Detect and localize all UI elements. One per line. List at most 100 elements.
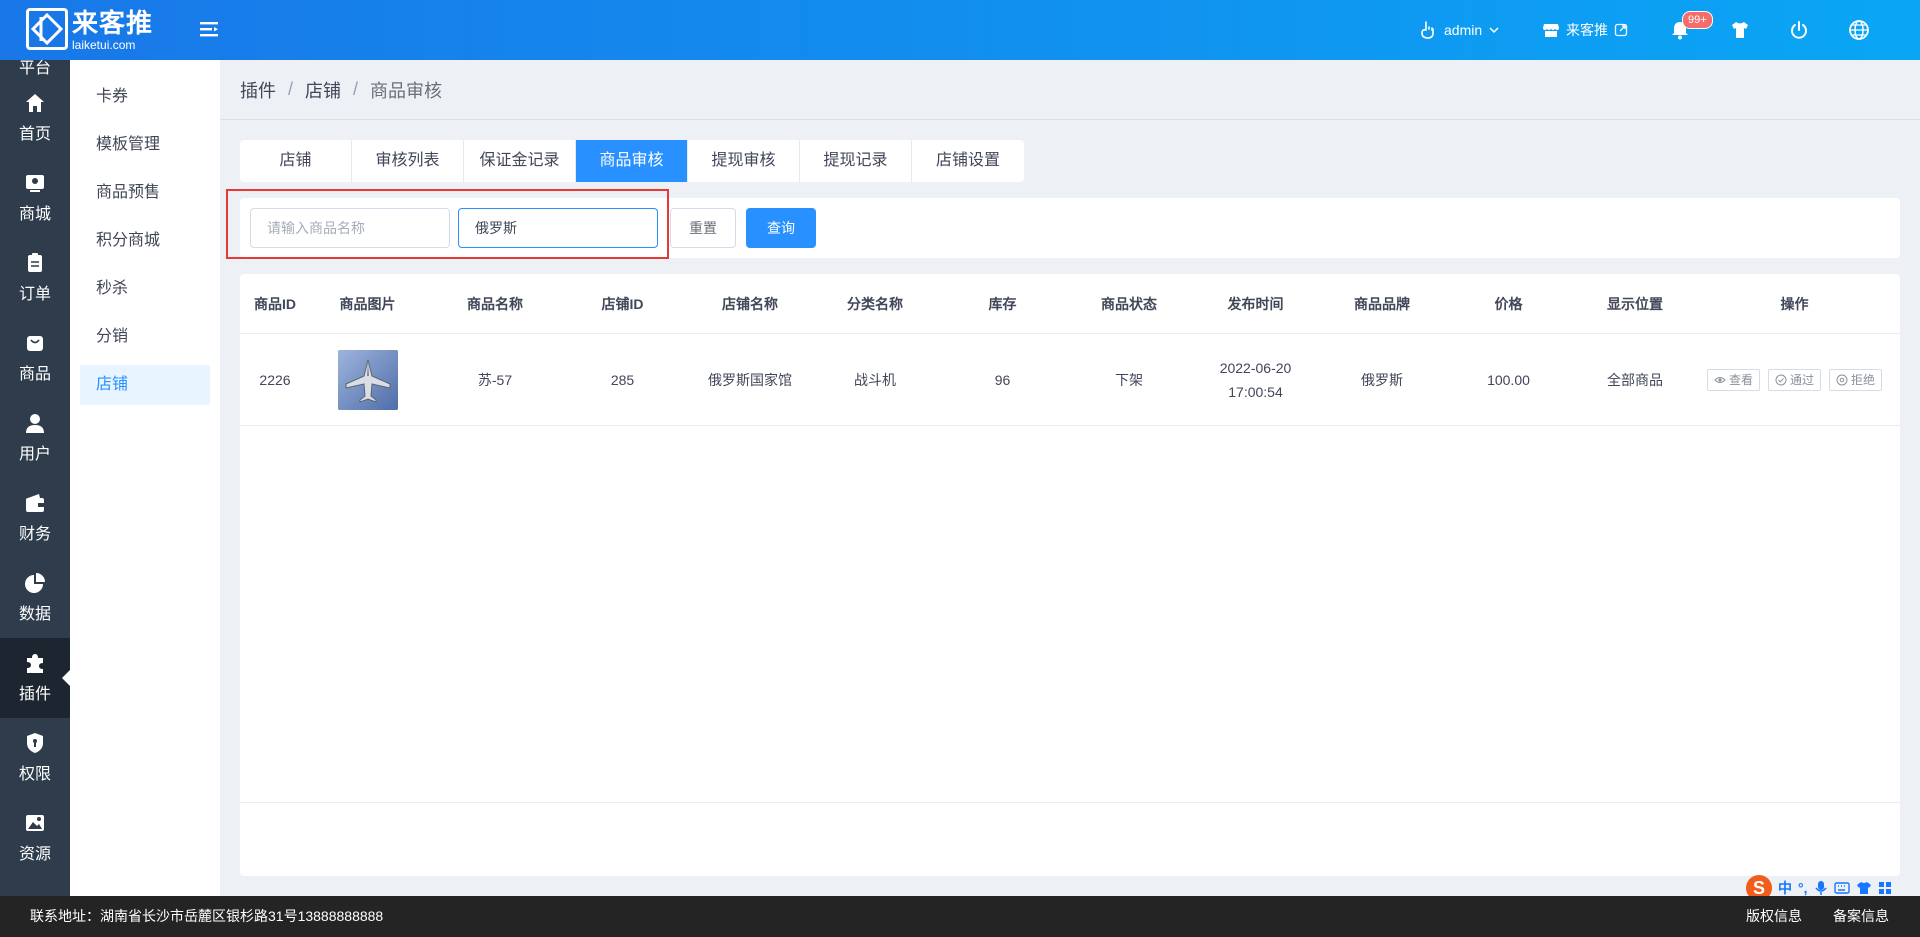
submenu-item-store[interactable]: 店铺: [80, 365, 210, 405]
keyboard-icon[interactable]: [1833, 881, 1850, 895]
cell-price: 100.00: [1487, 371, 1530, 388]
reset-button[interactable]: 重置: [670, 208, 736, 248]
sidebar-item-permission[interactable]: 权限: [0, 718, 70, 798]
approve-button[interactable]: 通过: [1767, 368, 1821, 391]
sidebar-item-resource[interactable]: 资源: [0, 798, 70, 878]
ime-language-toggle[interactable]: 中: [1778, 878, 1792, 898]
store-link[interactable]: 来客推: [1542, 0, 1628, 60]
store-icon: [1543, 24, 1559, 37]
skin-icon[interactable]: [1856, 881, 1872, 895]
sidebar-item-finance[interactable]: 财务: [0, 478, 70, 558]
main-sidebar: 平台 首页 商城 订单 商品 用户 财务 数据 插件 权限 资源: [0, 60, 70, 896]
column-header: 操作: [1780, 295, 1809, 312]
column-header: 库存: [988, 295, 1017, 312]
submenu-item-presale[interactable]: 商品预售: [80, 173, 210, 213]
language-button[interactable]: [1848, 0, 1870, 60]
tab-product-review[interactable]: 商品审核: [576, 140, 688, 182]
order-icon: [28, 253, 42, 272]
product-review-table: 商品ID 商品图片 商品名称 店铺ID 店铺名称 分类名称 库存 商品状态 发布…: [240, 274, 1900, 876]
tab-withdraw-record[interactable]: 提现记录: [800, 140, 912, 182]
sidebar-item-data[interactable]: 数据: [0, 558, 70, 638]
table-row: 2226 苏-57 285 俄罗斯国家馆 战斗机 96 下架 2022-06-2…: [240, 334, 1900, 426]
column-header: 发布时间: [1227, 295, 1284, 312]
cell-category: 战斗机: [854, 371, 896, 388]
tab-bar: 店铺 审核列表 保证金记录 商品审核 提现审核 提现记录 店铺设置: [240, 140, 1024, 182]
check-circle-icon: [1775, 374, 1787, 385]
product-thumbnail[interactable]: [337, 349, 398, 410]
cell-product-id: 2226: [259, 371, 291, 388]
approve-button-label: 通过: [1789, 373, 1814, 387]
shirt-icon: [1732, 22, 1748, 38]
product-icon: [27, 336, 43, 351]
tab-review-list[interactable]: 审核列表: [352, 140, 464, 182]
cell-brand: 俄罗斯: [1361, 371, 1403, 388]
submenu-item-distribution[interactable]: 分销: [80, 317, 210, 357]
user-name: admin: [1444, 22, 1483, 38]
footer: 联系地址：湖南省长沙市岳麓区银杉路31号13888888888 版权信息 备案信…: [0, 896, 1920, 937]
footer-record-link[interactable]: 备案信息: [1833, 896, 1889, 937]
view-button[interactable]: 查看: [1706, 368, 1760, 391]
query-button[interactable]: 查询: [746, 208, 816, 248]
product-name-input[interactable]: [250, 208, 450, 248]
top-header: 来客推 laiketui.com admin 来客推 99+: [0, 0, 1920, 60]
puzzle-icon: [27, 654, 43, 673]
table-header: 商品ID 商品图片 商品名称 店铺ID 店铺名称 分类名称 库存 商品状态 发布…: [240, 274, 1900, 334]
sidebar-item-label: 插件: [18, 686, 51, 703]
hand-icon: [1421, 21, 1434, 39]
user-icon: [26, 414, 44, 433]
column-header: 店铺ID: [601, 295, 644, 312]
sidebar-item-home[interactable]: 首页: [0, 78, 70, 158]
column-header: 商品状态: [1101, 295, 1157, 312]
wallet-icon: [26, 494, 44, 512]
filter-bar: 重置 查询: [240, 198, 1900, 258]
cell-stock: 96: [994, 371, 1011, 388]
cell-store-name: 俄罗斯国家馆: [708, 371, 792, 388]
submenu-item-flash-sale[interactable]: 秒杀: [80, 269, 210, 309]
store-name: 来客推: [1566, 22, 1608, 38]
cell-publish-time: 2022-06-20 17:00:54: [1219, 359, 1292, 400]
chevron-down-icon: [1489, 27, 1499, 34]
microphone-icon[interactable]: [1814, 880, 1828, 896]
cell-display-position: 全部商品: [1607, 371, 1663, 388]
tab-store[interactable]: 店铺: [240, 140, 352, 182]
sidebar-item-product[interactable]: 商品: [0, 318, 70, 398]
pie-chart-icon: [25, 573, 45, 593]
cell-store-id: 285: [610, 371, 635, 388]
sidebar-item-label: 订单: [18, 286, 51, 303]
sidebar-item-user[interactable]: 用户: [0, 398, 70, 478]
breadcrumb-item-current: 商品审核: [370, 80, 443, 101]
footer-copyright-link[interactable]: 版权信息: [1746, 896, 1802, 937]
tab-store-settings[interactable]: 店铺设置: [912, 140, 1024, 182]
store-name-input[interactable]: [458, 208, 658, 248]
submenu-item-coupon[interactable]: 卡券: [80, 77, 210, 117]
sidebar-item-platform[interactable]: 平台: [0, 60, 70, 78]
sidebar-item-mall[interactable]: 商城: [0, 158, 70, 238]
tab-withdraw-review[interactable]: 提现审核: [688, 140, 800, 182]
breadcrumb-separator: /: [288, 79, 294, 99]
tab-deposit-record[interactable]: 保证金记录: [464, 140, 576, 182]
breadcrumb-item-plugin[interactable]: 插件: [240, 77, 276, 103]
submenu-item-points-mall[interactable]: 积分商城: [80, 221, 210, 261]
ime-punctuation-toggle[interactable]: °,: [1798, 880, 1808, 896]
reject-button[interactable]: 拒绝: [1829, 368, 1883, 391]
sidebar-item-plugin[interactable]: 插件: [0, 638, 70, 718]
notification-badge: 99+: [1682, 11, 1713, 29]
sidebar-item-label: 商城: [18, 206, 51, 223]
grid-menu-icon[interactable]: [1878, 881, 1892, 895]
image-icon: [26, 815, 44, 831]
menu-toggle-icon[interactable]: [198, 18, 220, 40]
eye-icon: [1714, 376, 1726, 383]
logo[interactable]: 来客推 laiketui.com: [26, 8, 153, 51]
column-header: 商品名称: [467, 295, 523, 312]
breadcrumb-item-store[interactable]: 店铺: [305, 77, 341, 103]
cell-status: 下架: [1115, 371, 1143, 388]
notification-button[interactable]: 99+: [1670, 0, 1713, 60]
user-menu[interactable]: admin: [1418, 0, 1500, 60]
submenu-item-template[interactable]: 模板管理: [80, 125, 210, 165]
sidebar-item-label: 资源: [18, 846, 51, 863]
logout-button[interactable]: [1789, 0, 1809, 60]
sidebar-item-order[interactable]: 订单: [0, 238, 70, 318]
logo-mark: [26, 8, 68, 50]
theme-button[interactable]: [1730, 0, 1750, 60]
sidebar-item-label: 平台: [18, 60, 51, 77]
